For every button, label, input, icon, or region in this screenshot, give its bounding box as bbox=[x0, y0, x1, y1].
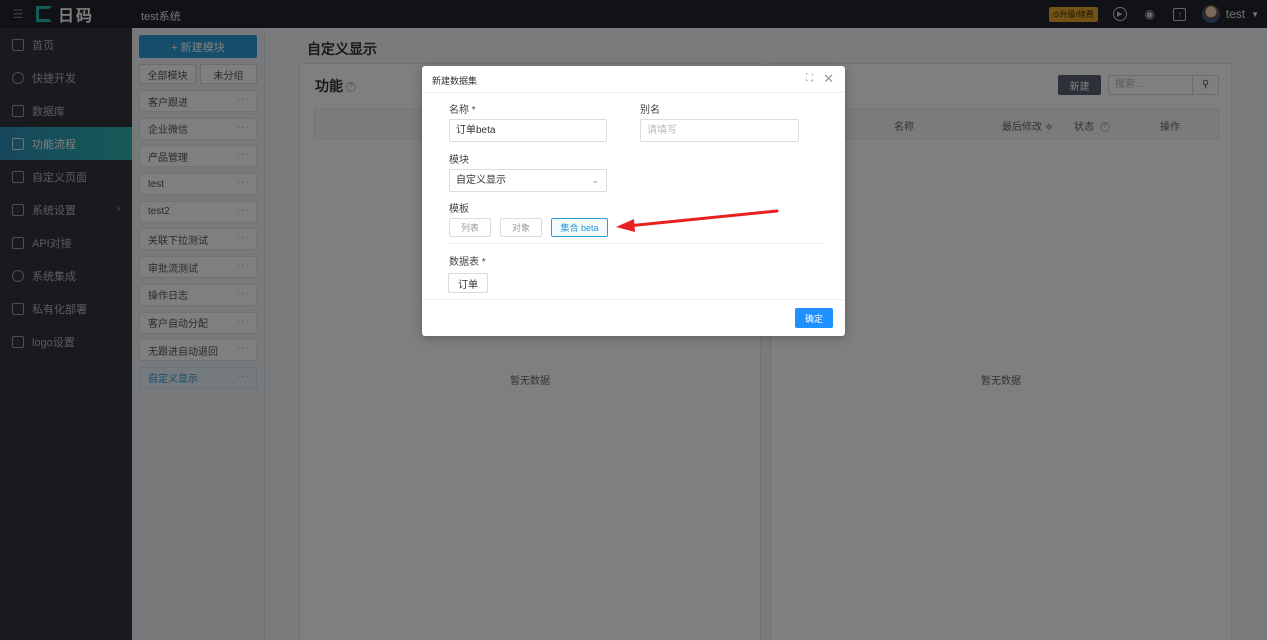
name-label: 名称 * bbox=[449, 105, 476, 116]
divider bbox=[422, 299, 845, 300]
template-list-button[interactable]: 列表 bbox=[449, 218, 491, 237]
modal-header: 新建数据集 ⛶ ✕ bbox=[422, 66, 845, 93]
expand-icon[interactable]: ⛶ bbox=[806, 73, 813, 84]
datatable-label: 数据表 * bbox=[449, 257, 486, 268]
close-icon[interactable]: ✕ bbox=[823, 71, 834, 87]
template-object-button[interactable]: 对象 bbox=[500, 218, 542, 237]
divider bbox=[449, 243, 824, 244]
new-dataset-modal: 新建数据集 ⛶ ✕ 名称 * 订单beta 别名 请填写 模块 自定义显示 ⌄ … bbox=[422, 66, 845, 336]
module-select-value: 自定义显示 bbox=[456, 175, 506, 186]
module-label: 模块 bbox=[449, 155, 469, 166]
chevron-down-icon: ⌄ bbox=[591, 175, 599, 185]
template-collection-button[interactable]: 集合 beta bbox=[551, 218, 608, 237]
template-label: 模板 bbox=[449, 204, 469, 215]
datatable-tag[interactable]: 订单 bbox=[448, 273, 488, 293]
alias-label: 别名 bbox=[640, 105, 660, 116]
module-select[interactable]: 自定义显示 ⌄ bbox=[449, 169, 607, 192]
alias-input[interactable]: 请填写 bbox=[640, 119, 799, 142]
name-input[interactable]: 订单beta bbox=[449, 119, 607, 142]
confirm-button[interactable]: 确定 bbox=[795, 308, 833, 328]
modal-title: 新建数据集 bbox=[432, 76, 478, 86]
